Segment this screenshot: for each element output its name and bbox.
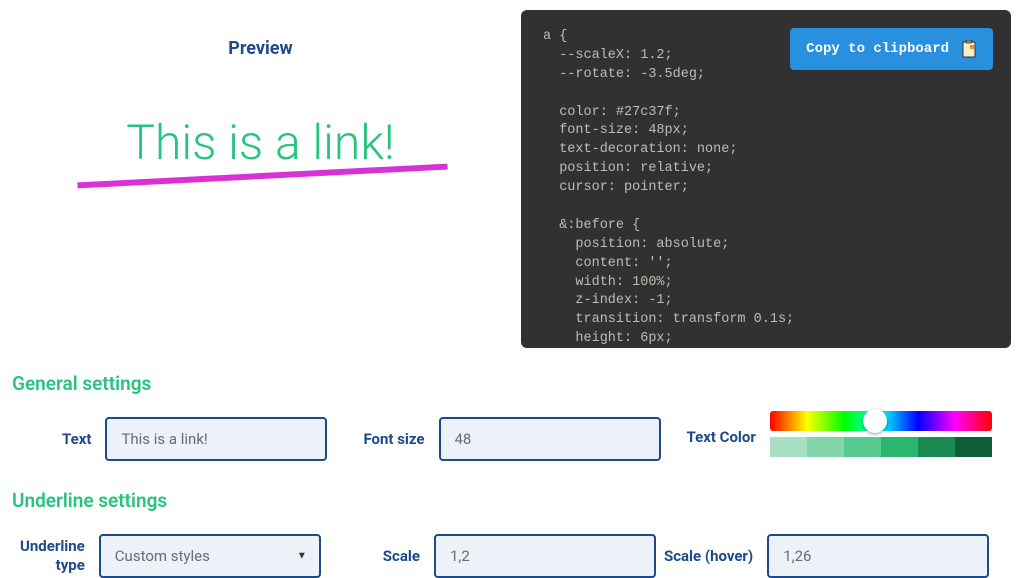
underline-type-label-1: Underline xyxy=(20,537,85,556)
hue-slider-knob[interactable] xyxy=(863,409,887,433)
saturation-swatch[interactable] xyxy=(844,437,881,457)
preview-link-text: This is a link! xyxy=(126,114,394,171)
scale-hover-label: Scale (hover) xyxy=(664,547,753,565)
clipboard-icon xyxy=(961,40,977,58)
saturation-swatch[interactable] xyxy=(881,437,918,457)
copy-to-clipboard-button[interactable]: Copy to clipboard xyxy=(790,28,993,70)
text-input[interactable] xyxy=(105,417,327,461)
color-picker xyxy=(770,411,992,457)
preview-panel: Preview This is a link! xyxy=(0,0,521,348)
general-settings-heading: General settings xyxy=(12,372,1011,395)
text-label: Text xyxy=(62,430,91,448)
underline-type-label-2: type xyxy=(56,556,85,575)
saturation-palette[interactable] xyxy=(770,437,992,457)
saturation-swatch[interactable] xyxy=(770,437,807,457)
font-size-label: Font size xyxy=(363,430,424,448)
underline-settings-heading: Underline settings xyxy=(12,489,1011,512)
copy-button-label: Copy to clipboard xyxy=(806,41,949,57)
text-color-label: Text Color xyxy=(687,428,756,446)
saturation-swatch[interactable] xyxy=(955,437,992,457)
preview-link[interactable]: This is a link! xyxy=(126,114,394,171)
saturation-swatch[interactable] xyxy=(807,437,844,457)
hue-slider[interactable] xyxy=(770,411,992,431)
scale-input[interactable] xyxy=(434,534,656,578)
code-content: a { --scaleX: 1.2; --rotate: -3.5deg; co… xyxy=(543,28,989,348)
underline-type-select[interactable]: Custom styles xyxy=(99,534,321,578)
scale-hover-input[interactable] xyxy=(767,534,989,578)
font-size-input[interactable] xyxy=(439,417,661,461)
preview-heading: Preview xyxy=(20,38,501,59)
code-panel: Copy to clipboard a { --scaleX: 1.2; --r… xyxy=(521,10,1011,348)
saturation-swatch[interactable] xyxy=(918,437,955,457)
scale-label: Scale xyxy=(383,547,420,565)
